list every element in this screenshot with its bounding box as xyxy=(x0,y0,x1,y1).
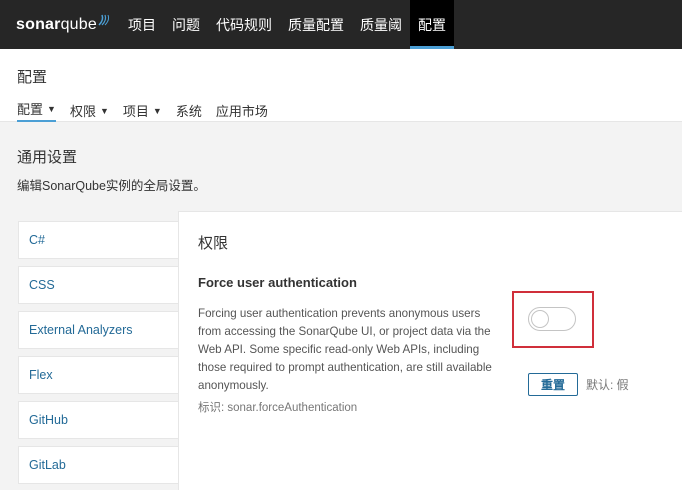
logo-waves-icon xyxy=(98,14,110,26)
admin-subnav: 配置 ▼ 权限 ▼ 项目 ▼ 系统 应用市场 xyxy=(17,99,282,122)
subnav-system[interactable]: 系统 xyxy=(176,99,202,122)
subnav-marketplace[interactable]: 应用市场 xyxy=(216,99,268,122)
subnav-label: 系统 xyxy=(175,104,202,119)
setting-key: 标识: sonar.forceAuthentication xyxy=(198,402,358,414)
general-settings-title: 通用设置 xyxy=(17,149,78,166)
top-navbar: sonar qube 项目 问题 代码规则 质量配置 质量阈 配置 xyxy=(0,0,682,49)
logo-text-qube: qube xyxy=(60,15,97,33)
nav-quality-gates[interactable]: 质量阈 xyxy=(352,0,410,49)
subnav-projects[interactable]: 项目 ▼ xyxy=(123,99,162,122)
nav-quality-profiles[interactable]: 质量配置 xyxy=(280,0,352,49)
setting-name: Force user authentication xyxy=(198,275,357,290)
sonarqube-logo[interactable]: sonar qube xyxy=(0,0,120,49)
toggle-knob xyxy=(531,310,549,328)
page-header: 配置 配置 ▼ 权限 ▼ 项目 ▼ 系统 应用市场 xyxy=(0,49,682,122)
caret-down-icon: ▼ xyxy=(47,103,56,114)
subnav-label: 应用市场 xyxy=(215,104,268,119)
subnav-security[interactable]: 权限 ▼ xyxy=(70,99,109,122)
subnav-label: 权限 xyxy=(69,104,96,119)
force-authentication-toggle[interactable] xyxy=(528,307,576,331)
general-settings-description: 编辑SonarQube实例的全局设置。 xyxy=(17,179,206,193)
category-item-external-analyzers[interactable]: External Analyzers xyxy=(18,311,188,349)
setting-description: Forcing user authentication prevents ano… xyxy=(198,307,492,392)
category-item-gitlab[interactable]: GitLab xyxy=(18,446,188,484)
category-item-css[interactable]: CSS xyxy=(18,266,188,304)
caret-down-icon: ▼ xyxy=(99,105,109,116)
subnav-label: 配置 xyxy=(17,102,44,117)
default-value: 默认: 假 xyxy=(586,378,629,392)
nav-projects[interactable]: 项目 xyxy=(120,0,164,49)
nav-rules[interactable]: 代码规则 xyxy=(208,0,280,49)
nav-administration[interactable]: 配置 xyxy=(409,0,454,49)
subnav-configuration[interactable]: 配置 ▼ xyxy=(17,99,56,122)
category-item-github[interactable]: GitHub xyxy=(18,401,188,439)
category-item-flex[interactable]: Flex xyxy=(18,356,188,394)
settings-panel: 权限 Force user authentication Forcing use… xyxy=(178,211,682,490)
category-item-csharp[interactable]: C# xyxy=(18,221,188,259)
panel-title: 权限 xyxy=(198,235,229,252)
subnav-label: 项目 xyxy=(122,104,149,119)
logo-text-sonar: sonar xyxy=(16,15,61,33)
reset-button[interactable]: 重置 xyxy=(528,373,578,396)
caret-down-icon: ▼ xyxy=(152,105,162,116)
page-title: 配置 xyxy=(17,69,48,86)
nav-issues[interactable]: 问题 xyxy=(164,0,208,49)
